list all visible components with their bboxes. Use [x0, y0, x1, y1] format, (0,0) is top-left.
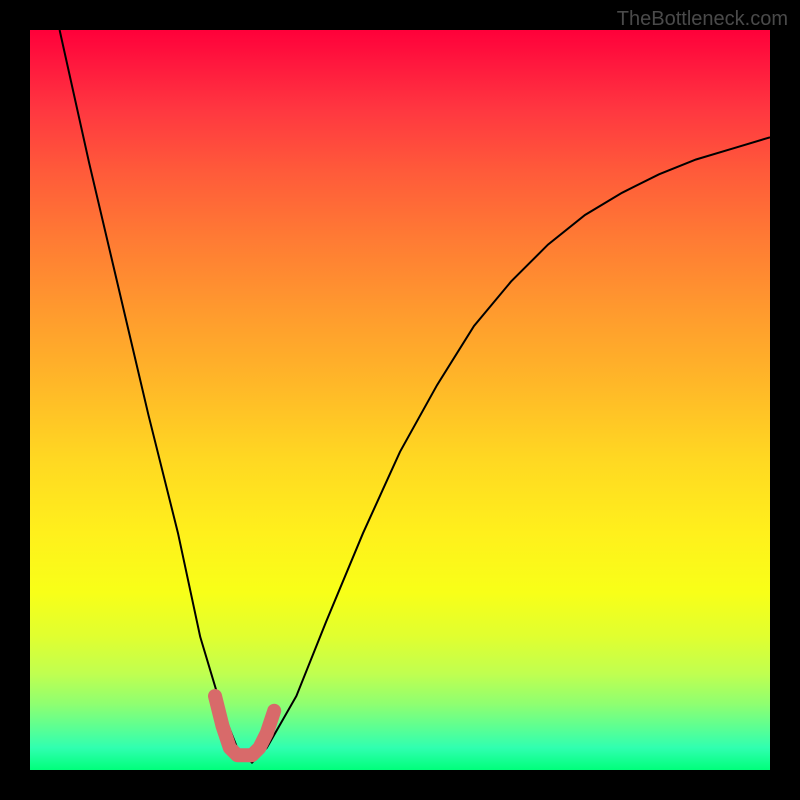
bottleneck-curve-path [60, 30, 770, 763]
curve-overlay [30, 30, 770, 770]
watermark-text: TheBottleneck.com [617, 8, 788, 31]
highlight-segment-path [215, 696, 274, 755]
chart-container: TheBottleneck.com [0, 0, 800, 800]
